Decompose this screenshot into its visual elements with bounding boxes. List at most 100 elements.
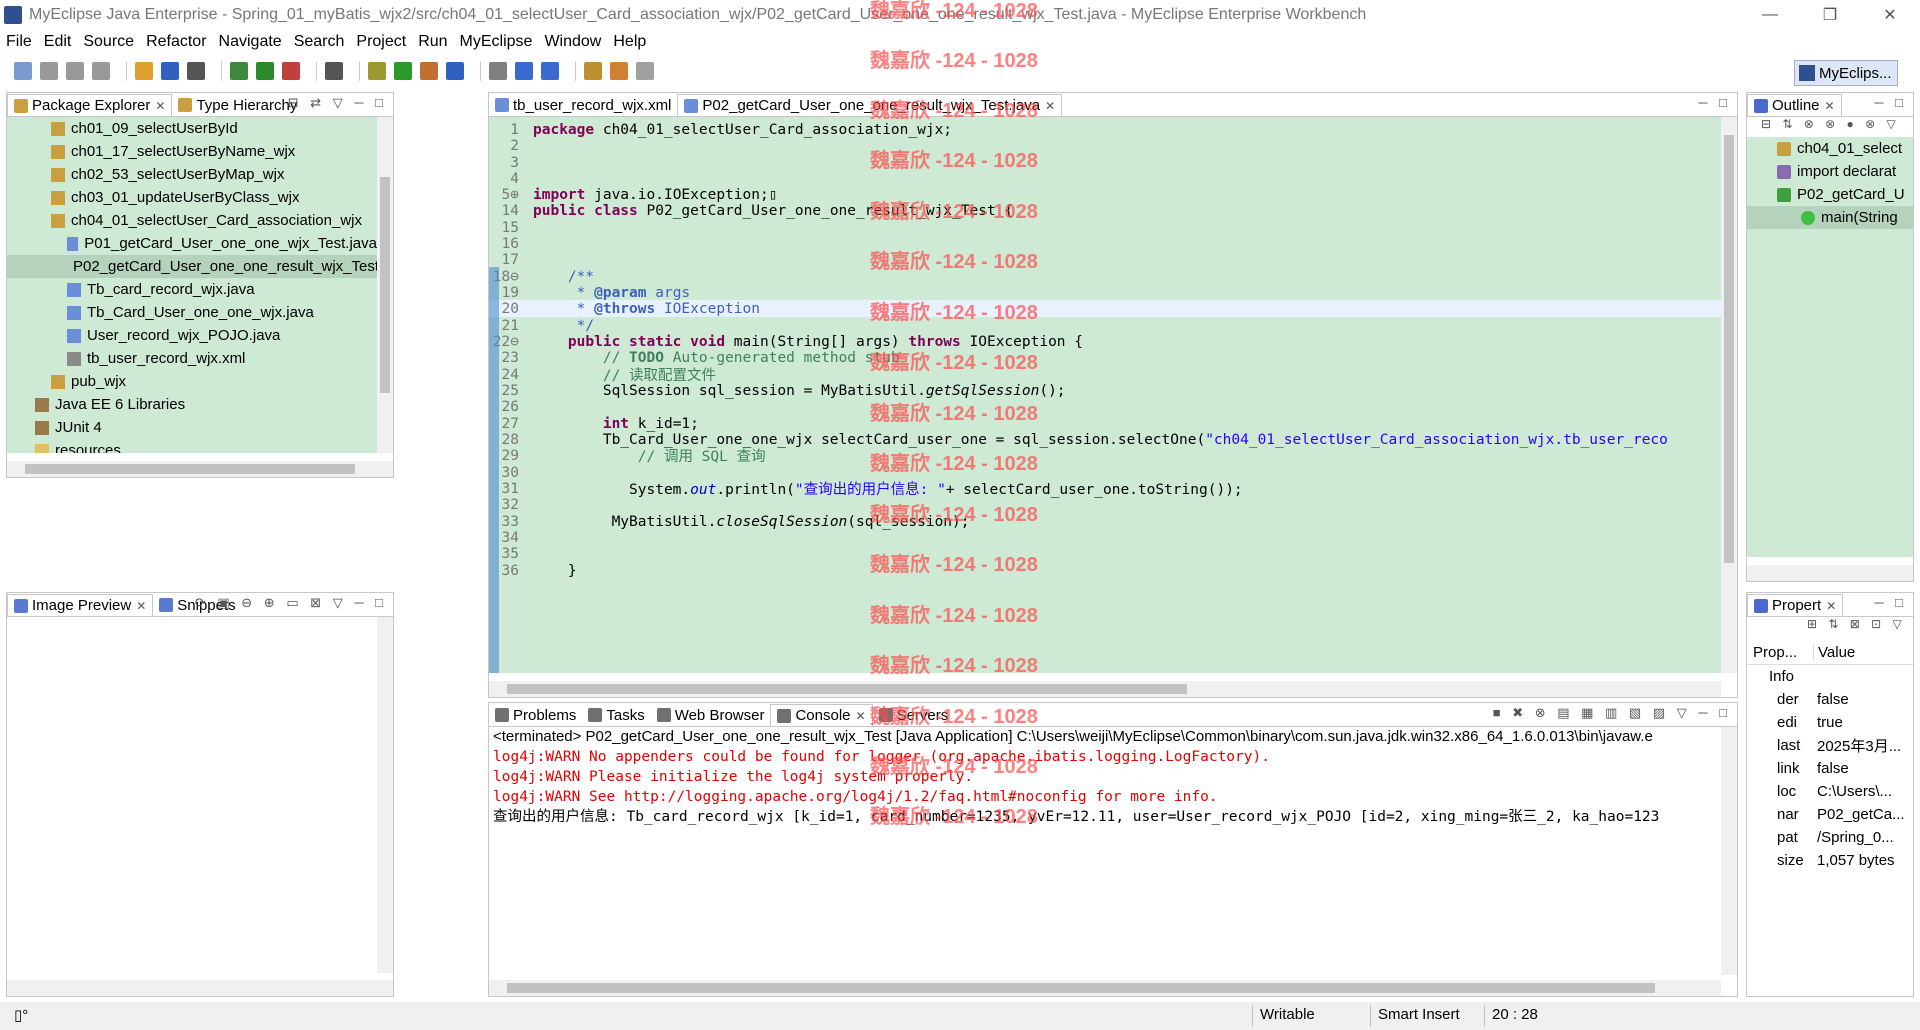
tree-item[interactable]: JUnit 4	[7, 416, 377, 439]
editor-horizontal-scrollbar[interactable]	[489, 681, 1721, 697]
package-explorer-tab[interactable]: Type Hierarchy	[172, 94, 303, 116]
outline-horizontal-scrollbar[interactable]	[1747, 565, 1913, 581]
properties-row[interactable]: size 1,057 bytes	[1747, 849, 1913, 872]
tree-item[interactable]: ch03_01_updateUserByClass_wjx	[7, 186, 377, 209]
tree-item[interactable]: P01_getCard_User_one_one_wjx_Test.java	[7, 232, 377, 255]
tree-item[interactable]: User_record_wjx_POJO.java	[7, 324, 377, 347]
code-line[interactable]: 5⊕ import java.io.IOException;▯	[489, 186, 1721, 203]
editor-view-controls[interactable]: ─ □	[1698, 95, 1731, 110]
menu-file[interactable]: File	[6, 33, 32, 51]
properties-toolbar[interactable]: ⊞ ⇅ ⊠ ⊡ ▽	[1747, 617, 1913, 639]
close-tab-icon[interactable]: ✕	[1826, 599, 1836, 613]
code-line[interactable]: 21 */	[489, 317, 1721, 334]
properties-row[interactable]: last 2025年3月...	[1747, 734, 1913, 757]
code-line[interactable]: 3	[489, 154, 1721, 171]
code-line[interactable]: 36 }	[489, 562, 1721, 579]
toolbar-button-icon[interactable]	[368, 62, 386, 80]
code-line[interactable]: 35	[489, 545, 1721, 562]
properties-row[interactable]: nar P02_getCa...	[1747, 803, 1913, 826]
tree-item[interactable]: ch01_17_selectUserByName_wjx	[7, 140, 377, 163]
code-line[interactable]: 4	[489, 170, 1721, 187]
menu-help[interactable]: Help	[613, 33, 646, 51]
toolbar-button-icon[interactable]	[161, 62, 179, 80]
code-line[interactable]: 17	[489, 251, 1721, 268]
tree-item[interactable]: Tb_card_record_wjx.java	[7, 278, 377, 301]
console-vertical-scrollbar[interactable]	[1721, 727, 1737, 975]
console-tab[interactable]: Console ✕	[770, 704, 873, 726]
tree-item[interactable]: ch02_53_selectUserByMap_wjx	[7, 163, 377, 186]
toolbar-button-icon[interactable]	[282, 62, 300, 80]
properties-tab[interactable]: Propert ✕	[1747, 594, 1844, 616]
menu-myeclipse[interactable]: MyEclipse	[460, 33, 533, 51]
tree-item[interactable]: Java EE 6 Libraries	[7, 393, 377, 416]
toolbar-button-icon[interactable]	[636, 62, 654, 80]
code-line[interactable]: 14 public class P02_getCard_User_one_one_…	[489, 202, 1721, 219]
console-tab[interactable]: Web Browser	[651, 704, 771, 726]
code-line[interactable]: 31 System.out.println("查询出的用户信息: "+ sele…	[489, 480, 1721, 499]
toolbar-button-icon[interactable]	[584, 62, 602, 80]
tree-item[interactable]: P02_getCard_User_one_one_result_wjx_Test…	[7, 255, 377, 278]
editor-tab[interactable]: tb_user_record_wjx.xml	[489, 94, 677, 116]
tree-item[interactable]: pub_wjx	[7, 370, 377, 393]
image-preview-vertical-scrollbar[interactable]	[377, 617, 393, 973]
menu-refactor[interactable]: Refactor	[146, 33, 206, 51]
toolbar-button-icon[interactable]	[256, 62, 274, 80]
code-line[interactable]: 2	[489, 137, 1721, 154]
code-line[interactable]: 24 // 读取配置文件	[489, 366, 1721, 385]
code-line[interactable]: 34	[489, 529, 1721, 546]
toolbar-button-icon[interactable]	[135, 62, 153, 80]
toolbar-button-icon[interactable]	[446, 62, 464, 80]
code-line[interactable]: 16	[489, 235, 1721, 252]
outline-item[interactable]: P02_getCard_U	[1747, 183, 1913, 206]
image-preview-controls[interactable]: ⟳ ▣ ⊖ ⊕ ▭ ⊠ ▽ ─ □	[195, 595, 387, 611]
code-line[interactable]: 27 int k_id=1;	[489, 415, 1721, 432]
toolbar-button-icon[interactable]	[541, 62, 559, 80]
toolbar-button-icon[interactable]	[14, 62, 32, 80]
console-tab[interactable]: Servers	[873, 704, 955, 726]
outline-item[interactable]: import declarat	[1747, 160, 1913, 183]
properties-row[interactable]: edi true	[1747, 711, 1913, 734]
code-line[interactable]: 1 package ch04_01_selectUser_Card_associa…	[489, 121, 1721, 138]
toolbar-button-icon[interactable]	[187, 62, 205, 80]
console-tab[interactable]: Problems	[489, 704, 582, 726]
properties-row[interactable]: der false	[1747, 688, 1913, 711]
toolbar-button-icon[interactable]	[515, 62, 533, 80]
code-line[interactable]: 25 SqlSession sql_session = MyBatisUtil.…	[489, 382, 1721, 399]
outline-view-controls[interactable]: ─ □	[1874, 95, 1907, 110]
perspective-switcher-myeclipse[interactable]: MyEclips...	[1794, 60, 1898, 86]
toolbar-button-icon[interactable]	[610, 62, 628, 80]
menu-project[interactable]: Project	[356, 33, 406, 51]
close-tab-icon[interactable]: ✕	[136, 599, 146, 613]
code-line[interactable]: 19 * @param args	[489, 284, 1721, 301]
code-line[interactable]: 15	[489, 219, 1721, 236]
code-line[interactable]: 26	[489, 398, 1721, 415]
minimize-button[interactable]: —	[1740, 0, 1800, 30]
toolbar-button-icon[interactable]	[394, 62, 412, 80]
console-output[interactable]: <terminated> P02_getCard_User_one_one_re…	[489, 727, 1721, 975]
close-tab-icon[interactable]: ✕	[856, 709, 866, 723]
code-line[interactable]: 33 MyBatisUtil.closeSqlSession(sql_sessi…	[489, 513, 1721, 530]
toolbar-button-icon[interactable]	[230, 62, 248, 80]
restore-button[interactable]: ❐	[1800, 0, 1860, 30]
outline-item[interactable]: ch04_01_select	[1747, 137, 1913, 160]
tree-item[interactable]: ch01_09_selectUserById	[7, 117, 377, 140]
properties-header-value[interactable]: Value	[1813, 644, 1855, 661]
outline-tab[interactable]: Outline ✕	[1747, 94, 1842, 116]
code-line[interactable]: 18⊖ /**	[489, 268, 1721, 285]
code-line[interactable]: 20 * @throws IOException	[489, 300, 1721, 317]
tree-item[interactable]: ch04_01_selectUser_Card_association_wjx	[7, 209, 377, 232]
console-horizontal-scrollbar[interactable]	[489, 980, 1721, 996]
close-tab-icon[interactable]: ✕	[1825, 99, 1835, 113]
tree-item[interactable]: Tb_Card_User_one_one_wjx.java	[7, 301, 377, 324]
outline-toolbar[interactable]: ⊟ ⇅ ⊗ ⊗ ● ⊗ ▽	[1747, 117, 1913, 137]
outline-item[interactable]: main(String	[1747, 206, 1913, 229]
menu-run[interactable]: Run	[418, 33, 447, 51]
view-controls[interactable]: ⊟ ⇄ ▽ ─ □	[288, 95, 387, 111]
close-button[interactable]: ✕	[1860, 0, 1920, 30]
toolbar-button-icon[interactable]	[489, 62, 507, 80]
toolbar-button-icon[interactable]	[420, 62, 438, 80]
toolbar-button-icon[interactable]	[40, 62, 58, 80]
package-tree-horizontal-scrollbar[interactable]	[7, 461, 393, 477]
tree-item[interactable]: tb_user_record_wjx.xml	[7, 347, 377, 370]
toolbar-button-icon[interactable]	[92, 62, 110, 80]
